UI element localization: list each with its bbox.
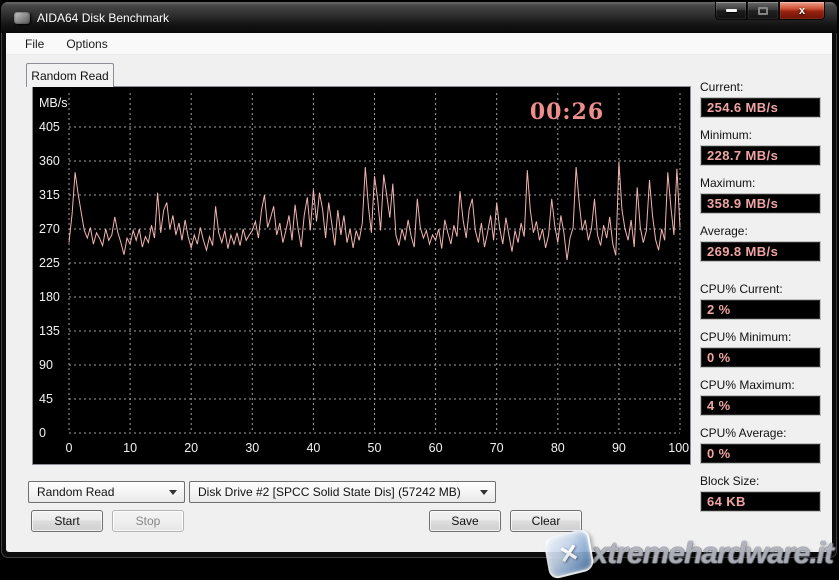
svg-text:90: 90: [612, 441, 626, 455]
stat-label: CPU% Average:: [700, 426, 821, 440]
stat-label: CPU% Maximum:: [700, 378, 821, 392]
save-button[interactable]: Save: [429, 510, 501, 532]
svg-text:60: 60: [429, 441, 443, 455]
stat-value: 254.6 MB/s: [700, 97, 821, 118]
stat-current: Current: 254.6 MB/s: [700, 80, 821, 118]
window-controls: x: [715, 2, 825, 20]
title-bar[interactable]: AIDA64 Disk Benchmark: [1, 2, 837, 33]
stat-label: Maximum:: [700, 176, 821, 190]
svg-text:0: 0: [66, 441, 73, 455]
stat-value: 269.8 MB/s: [700, 241, 821, 262]
stat-value: 0 %: [700, 443, 821, 464]
clear-button[interactable]: Clear: [510, 510, 582, 532]
svg-text:100 %: 100 %: [668, 441, 690, 455]
stop-button[interactable]: Stop: [112, 510, 184, 532]
stat-block-size: Block Size: 64 KB: [700, 474, 821, 512]
stat-label: Minimum:: [700, 128, 821, 142]
stat-label: CPU% Current:: [700, 282, 821, 296]
maximize-button[interactable]: [747, 2, 779, 20]
stat-cpu-average: CPU% Average: 0 %: [700, 426, 821, 464]
stat-value: 228.7 MB/s: [700, 145, 821, 166]
svg-text:270: 270: [39, 222, 60, 236]
svg-text:40: 40: [306, 441, 320, 455]
stat-cpu-current: CPU% Current: 2 %: [700, 282, 821, 320]
stats-panel: Current: 254.6 MB/s Minimum: 228.7 MB/s …: [700, 80, 821, 522]
menu-bar: File Options: [6, 33, 832, 55]
svg-text:360: 360: [39, 154, 60, 168]
tab-random-read[interactable]: Random Read: [26, 63, 114, 87]
maximize-icon: [758, 7, 768, 15]
stat-minimum: Minimum: 228.7 MB/s: [700, 128, 821, 166]
stat-value: 64 KB: [700, 491, 821, 512]
svg-text:405: 405: [39, 120, 60, 134]
svg-text:135: 135: [39, 324, 60, 338]
svg-text:50: 50: [368, 441, 382, 455]
chevron-down-icon: [169, 490, 177, 495]
svg-text:00:26: 00:26: [530, 99, 604, 125]
minimize-button[interactable]: [715, 2, 747, 20]
app-icon: [14, 12, 30, 24]
chart-canvas: MB/s 405 360 315 270 225 180 135 90 45 0 0 10 20 30 40 5…: [33, 87, 690, 464]
svg-text:80: 80: [551, 441, 565, 455]
svg-text:0: 0: [39, 426, 46, 440]
stat-value: 0 %: [700, 347, 821, 368]
stat-maximum: Maximum: 358.9 MB/s: [700, 176, 821, 214]
svg-text:90: 90: [39, 358, 53, 372]
stat-label: Average:: [700, 224, 821, 238]
content-area: Random Read MB/s 405 360 315 270 225 180 135 90 4…: [6, 55, 832, 551]
benchmark-chart: MB/s 405 360 315 270 225 180 135 90 45 0 0 10 20 30 40 5…: [32, 86, 691, 465]
svg-text:180: 180: [39, 290, 60, 304]
stat-cpu-minimum: CPU% Minimum: 0 %: [700, 330, 821, 368]
minimize-icon: [726, 9, 737, 12]
svg-text:315: 315: [39, 188, 60, 202]
stat-label: Block Size:: [700, 474, 821, 488]
svg-text:225: 225: [39, 256, 60, 270]
client-area: File Options Random Read MB/s 405 360 315 27…: [6, 33, 832, 552]
svg-text:30: 30: [245, 441, 259, 455]
stat-value: 2 %: [700, 299, 821, 320]
app-window: AIDA64 Disk Benchmark x File Options Ran…: [1, 2, 837, 558]
svg-text:10: 10: [123, 441, 137, 455]
drive-select[interactable]: Disk Drive #2 [SPCC Solid State Dis] (57…: [189, 481, 496, 503]
menu-options[interactable]: Options: [57, 34, 116, 54]
svg-text:20: 20: [184, 441, 198, 455]
close-icon: x: [799, 5, 805, 17]
svg-text:MB/s: MB/s: [39, 96, 67, 110]
stat-label: CPU% Minimum:: [700, 330, 821, 344]
stat-label: Current:: [700, 80, 821, 94]
benchmark-type-value: Random Read: [37, 485, 114, 499]
chevron-down-icon: [480, 490, 488, 495]
svg-text:70: 70: [490, 441, 504, 455]
stat-value: 358.9 MB/s: [700, 193, 821, 214]
stat-average: Average: 269.8 MB/s: [700, 224, 821, 262]
close-button[interactable]: x: [779, 2, 825, 20]
start-button[interactable]: Start: [31, 510, 103, 532]
window-title: AIDA64 Disk Benchmark: [37, 11, 169, 25]
menu-file[interactable]: File: [16, 34, 53, 54]
stat-cpu-maximum: CPU% Maximum: 4 %: [700, 378, 821, 416]
benchmark-type-select[interactable]: Random Read: [28, 481, 185, 503]
drive-select-value: Disk Drive #2 [SPCC Solid State Dis] (57…: [198, 485, 461, 499]
stat-value: 4 %: [700, 395, 821, 416]
svg-text:45: 45: [39, 392, 53, 406]
